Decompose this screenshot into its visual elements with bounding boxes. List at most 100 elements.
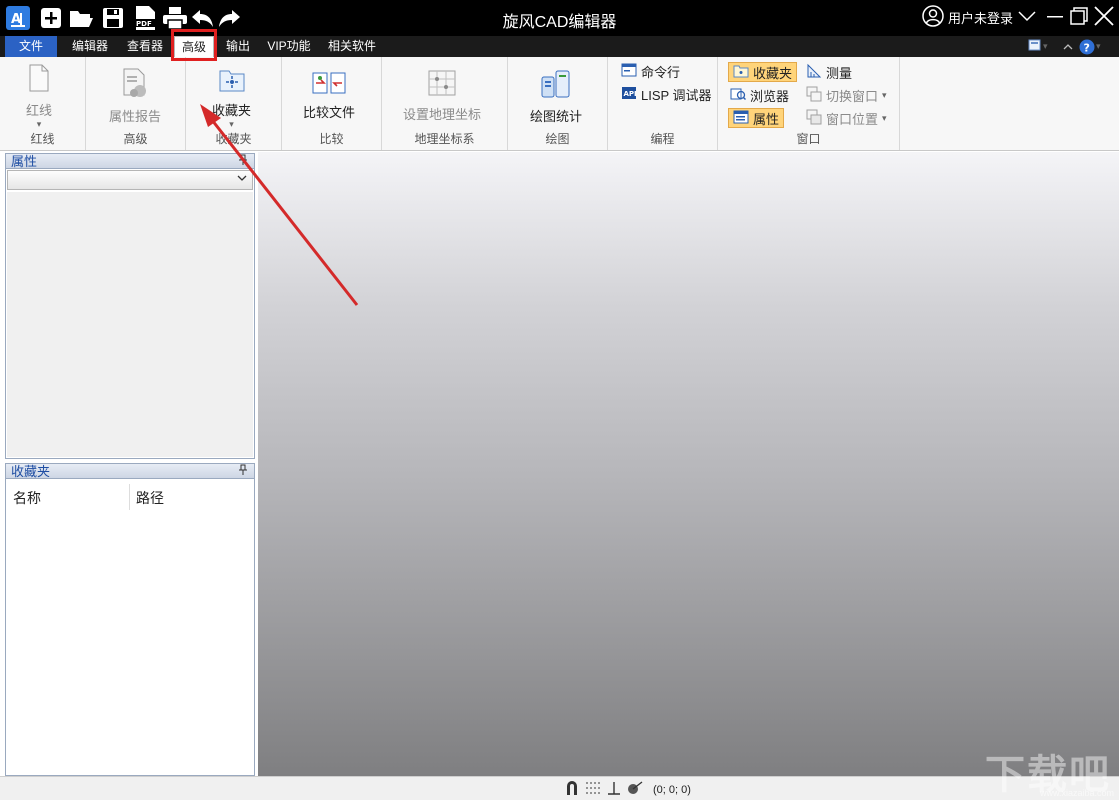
cursor-coordinates: (0; 0; 0): [653, 783, 691, 796]
properties-panel: 属性: [5, 153, 255, 459]
favorites-toggle-label: 收藏夹: [753, 65, 793, 81]
pin-icon[interactable]: [238, 464, 248, 481]
user-menu[interactable]: 用户未登录: [922, 4, 1037, 30]
drawing-stats-label: 绘图统计: [530, 109, 583, 124]
window-position-icon: [806, 109, 822, 128]
redline-button[interactable]: 红线 ▾: [26, 63, 52, 130]
document-style-icon: [1027, 38, 1043, 55]
column-divider[interactable]: [129, 484, 130, 510]
window-position-dropdown-icon: ▾: [882, 112, 887, 123]
group-favorites: 收藏夹 ▾ 收藏夹: [186, 57, 282, 150]
chevron-down-icon[interactable]: [1017, 9, 1037, 26]
group-label-compare: 比较: [319, 132, 344, 146]
close-icon[interactable]: [1092, 4, 1116, 28]
group-label-geo: 地理坐标系: [414, 132, 475, 146]
group-label-programming: 编程: [650, 132, 675, 146]
svg-text:?: ?: [1084, 41, 1090, 54]
measure-ruler-icon: [806, 63, 822, 82]
style-dropdown[interactable]: ▾: [1027, 38, 1048, 55]
favorites-panel-icon: [733, 64, 749, 81]
switch-window-icon: [806, 86, 822, 105]
group-programming: 命令行 API LISP 调试器 编程: [608, 57, 718, 150]
maximize-icon[interactable]: [1067, 4, 1091, 28]
browser-icon: [730, 86, 747, 105]
snap-magnet-icon[interactable]: [565, 780, 579, 799]
group-label-drawing: 绘图: [545, 132, 570, 146]
user-login-label[interactable]: 用户未登录: [948, 8, 1013, 27]
group-drawing: 绘图统计 绘图: [508, 57, 608, 150]
tab-related-software[interactable]: 相关软件: [322, 36, 382, 57]
set-geo-coords-label: 设置地理坐标: [403, 107, 482, 122]
lisp-debugger-icon: API: [621, 85, 637, 104]
property-report-label: 属性报告: [109, 109, 162, 124]
properties-panel-icon: [733, 110, 749, 127]
group-label-favorites: 收藏夹: [215, 132, 252, 146]
column-header-name[interactable]: 名称: [13, 488, 41, 508]
switch-window-button[interactable]: 切换窗口 ▾: [806, 85, 887, 105]
collapse-ribbon-icon[interactable]: [1062, 38, 1074, 55]
help-dropdown-arrow-icon: ▾: [1096, 41, 1101, 51]
tab-file[interactable]: 文件: [5, 36, 57, 57]
ortho-icon[interactable]: [607, 781, 621, 798]
tab-editor[interactable]: 编辑器: [64, 36, 116, 57]
compare-files-button[interactable]: 比较文件: [303, 71, 355, 121]
svg-text:API: API: [624, 90, 637, 98]
favorites-panel-title: 收藏夹: [11, 464, 51, 479]
switch-window-dropdown-icon: ▾: [882, 89, 887, 100]
drawing-stats-button[interactable]: 绘图统计: [530, 69, 582, 125]
grid-icon[interactable]: [585, 781, 601, 798]
group-compare: 比较文件 比较: [282, 57, 382, 150]
measure-label: 测量: [826, 65, 853, 81]
browser-button[interactable]: 浏览器: [730, 85, 789, 105]
compare-files-label: 比较文件: [303, 105, 356, 120]
properties-panel-header: 属性: [6, 154, 254, 169]
command-line-label: 命令行: [641, 64, 681, 80]
pin-icon[interactable]: [238, 154, 248, 171]
browser-label: 浏览器: [750, 88, 790, 104]
group-redline: 红线 ▾ 红线: [0, 57, 86, 150]
group-advanced: 属性报告 高级: [86, 57, 186, 150]
dropdown-arrow-icon: ▾: [1043, 41, 1048, 51]
favorites-panel: 收藏夹 名称 路径: [5, 463, 255, 776]
watermark-url: www.xiazaiba.com: [1040, 788, 1115, 798]
redline-document-icon: [27, 63, 51, 96]
lisp-debugger-label: LISP 调试器: [641, 87, 712, 103]
drawing-stats-icon: [540, 69, 572, 102]
status-bar: (0; 0; 0): [0, 776, 1119, 800]
tab-viewer[interactable]: 查看器: [121, 36, 169, 57]
favorites-dropdown-icon: ▾: [229, 119, 234, 129]
favorites-folder-icon: [218, 67, 246, 96]
window-position-label: 窗口位置: [826, 111, 879, 127]
switch-window-label: 切换窗口: [826, 88, 879, 104]
minimize-icon[interactable]: [1043, 4, 1067, 28]
redline-button-label: 红线: [26, 103, 53, 118]
highlight-box-advanced-tab: [171, 29, 217, 61]
favorites-toggle-button[interactable]: 收藏夹: [728, 62, 798, 82]
tab-vip[interactable]: VIP功能: [263, 36, 315, 57]
tab-output[interactable]: 输出: [221, 36, 255, 57]
title-bar: A PDF 旋风CAD编辑器 用户未登录: [0, 0, 1119, 36]
drawing-workspace[interactable]: [258, 152, 1119, 776]
user-avatar-icon: [922, 4, 944, 30]
geo-grid-icon: [427, 69, 457, 100]
property-report-button[interactable]: 属性报告: [109, 67, 161, 125]
properties-panel-title: 属性: [11, 154, 38, 169]
favorites-button[interactable]: 收藏夹 ▾: [212, 67, 251, 130]
object-selector-dropdown[interactable]: [7, 170, 253, 190]
lisp-debugger-button[interactable]: API LISP 调试器: [621, 84, 712, 104]
measure-button[interactable]: 测量: [806, 62, 852, 82]
group-label-redline: 红线: [30, 132, 55, 146]
set-geo-coords-button[interactable]: 设置地理坐标: [403, 69, 481, 123]
properties-toggle-button[interactable]: 属性: [728, 108, 785, 128]
command-line-button[interactable]: 命令行: [621, 61, 680, 81]
chevron-down-icon: [236, 172, 248, 187]
favorites-button-label: 收藏夹: [212, 103, 252, 118]
group-geo: 设置地理坐标 地理坐标系: [382, 57, 508, 150]
column-header-path[interactable]: 路径: [136, 488, 164, 508]
redline-dropdown-icon: ▾: [36, 119, 42, 129]
polar-tracking-icon[interactable]: [627, 781, 643, 798]
help-icon[interactable]: ? ▾: [1079, 38, 1101, 55]
status-tools: (0; 0; 0): [565, 780, 691, 799]
group-window: 收藏夹 测量 浏览器 切换窗口 ▾ 属性 窗口位置 ▾ 窗口: [718, 57, 900, 150]
window-position-button[interactable]: 窗口位置 ▾: [806, 108, 887, 128]
